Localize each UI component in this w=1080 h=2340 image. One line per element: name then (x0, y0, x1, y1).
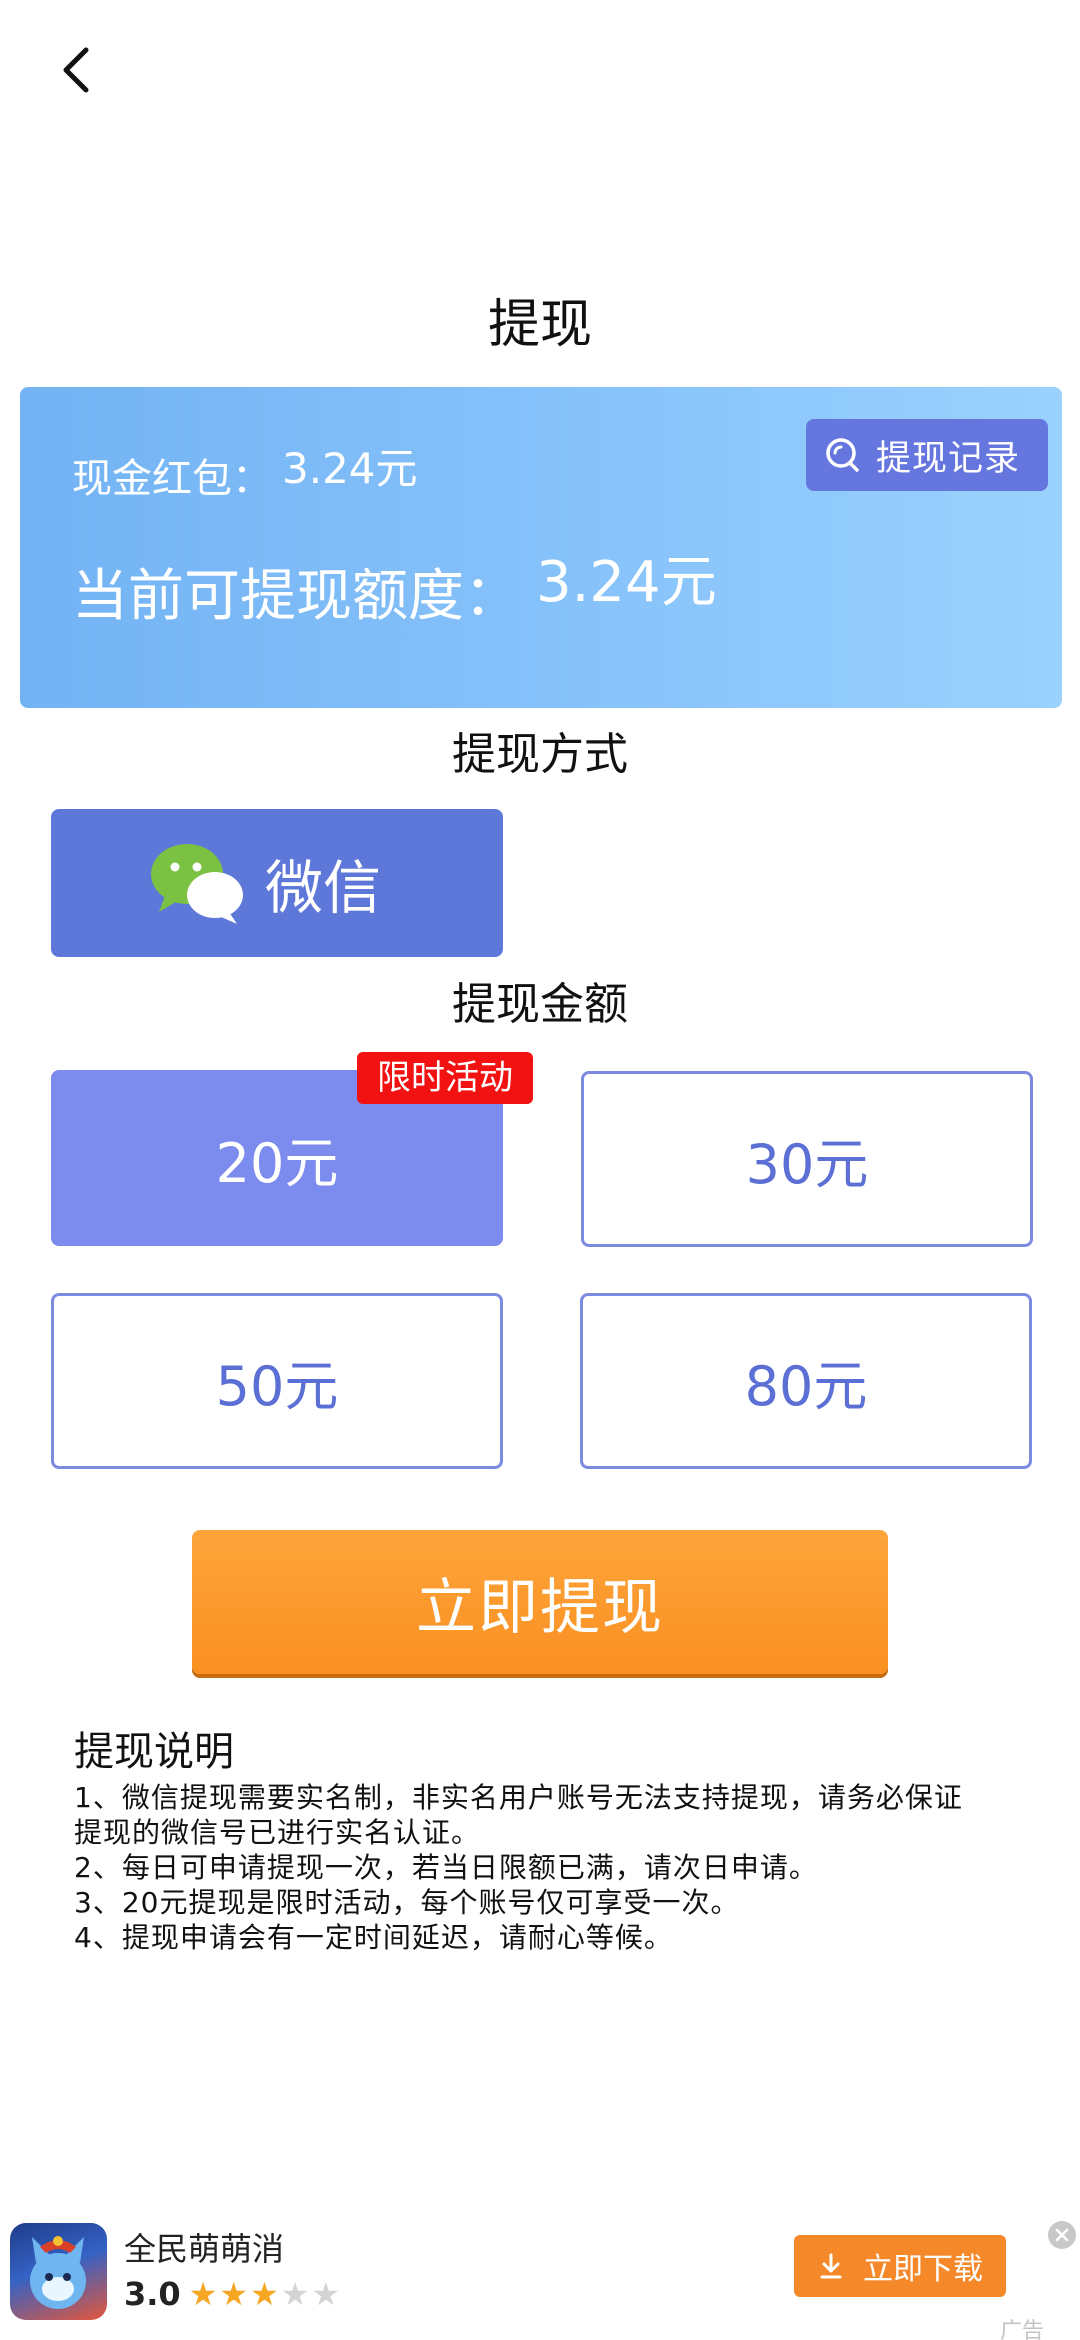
star-icon: ★ (311, 2275, 341, 2313)
notes-line: 提现的微信号已进行实名认证。 (74, 1816, 481, 1849)
wechat-icon (151, 844, 243, 924)
available-amount-value: 3.24元 (536, 550, 717, 615)
cash-balance-row: 现金红包： 3.24元 (72, 444, 418, 509)
withdraw-history-label: 提现记录 (876, 438, 1021, 479)
chevron-left-icon (63, 47, 89, 93)
amount-option-label: 80元 (744, 1354, 868, 1418)
withdraw-amount-heading: 提现金额 (452, 979, 628, 1030)
download-icon (820, 2253, 842, 2279)
ad-tag: 广告 (1000, 2319, 1045, 2340)
amount-option-label: 30元 (745, 1132, 869, 1196)
ad-close-button[interactable] (1048, 2221, 1076, 2249)
amount-option-label: 50元 (215, 1354, 339, 1418)
ad-download-button[interactable]: 立即下载 (794, 2235, 1006, 2297)
page-title: 提现 (487, 295, 592, 355)
notes-line: 1、微信提现需要实名制，非实名用户账号无法支持提现，请务必保证 (74, 1781, 963, 1814)
app-logo-icon (30, 2236, 86, 2309)
amount-option-80[interactable]: 80元 (580, 1293, 1032, 1469)
available-amount-row: 当前可提现额度： 3.24元 (72, 550, 717, 637)
close-icon (1055, 2228, 1069, 2242)
available-amount-label: 当前可提现额度： (72, 564, 520, 629)
amount-option-30[interactable]: 30元 (581, 1071, 1033, 1247)
notes-title: 提现说明 (74, 1729, 234, 1775)
star-icon: ★ (188, 2275, 218, 2313)
wechat-method-button[interactable]: 微信 (51, 809, 503, 957)
amount-option-50[interactable]: 50元 (51, 1293, 503, 1469)
cash-balance-value: 3.24元 (282, 444, 418, 493)
amount-option-label: 20元 (215, 1131, 339, 1195)
withdraw-history-button[interactable]: 提现记录 (806, 419, 1048, 491)
search-icon (826, 438, 859, 472)
back-button[interactable] (52, 40, 100, 100)
notes-line: 2、每日可申请提现一次，若当日限额已满，请次日申请。 (74, 1851, 818, 1884)
ad-app-name: 全民萌萌消 (124, 2230, 285, 2268)
notes-line: 4、提现申请会有一定时间延迟，请耐心等候。 (74, 1921, 673, 1954)
ad-banner: 全民萌萌消 3.0 ★ ★ ★ ★ ★ 立即下载 广告 (0, 2205, 1080, 2340)
star-icon: ★ (280, 2275, 310, 2313)
withdraw-notes: 提现说明 1、微信提现需要实名制，非实名用户账号无法支持提现，请务必保证 提现的… (74, 1724, 1014, 1955)
ad-download-label: 立即下载 (863, 2252, 983, 2287)
star-icon: ★ (250, 2275, 279, 2313)
balance-card: 提现记录 现金红包： 3.24元 当前可提现额度： 3.24元 (20, 387, 1062, 708)
ad-rating-value: 3.0 (124, 2275, 181, 2313)
withdraw-method-heading: 提现方式 (452, 729, 628, 780)
cash-balance-label: 现金红包： (72, 456, 272, 502)
ad-app-icon[interactable] (10, 2223, 107, 2320)
withdraw-now-button[interactable]: 立即提现 (192, 1530, 888, 1674)
limited-time-badge: 限时活动 (357, 1052, 533, 1104)
star-icon: ★ (219, 2275, 249, 2313)
wechat-method-label: 微信 (265, 854, 382, 922)
ad-rating-row: 3.0 ★ ★ ★ ★ ★ (124, 2275, 342, 2313)
notes-line: 3、20元提现是限时活动，每个账号仅可享受一次。 (74, 1886, 740, 1919)
